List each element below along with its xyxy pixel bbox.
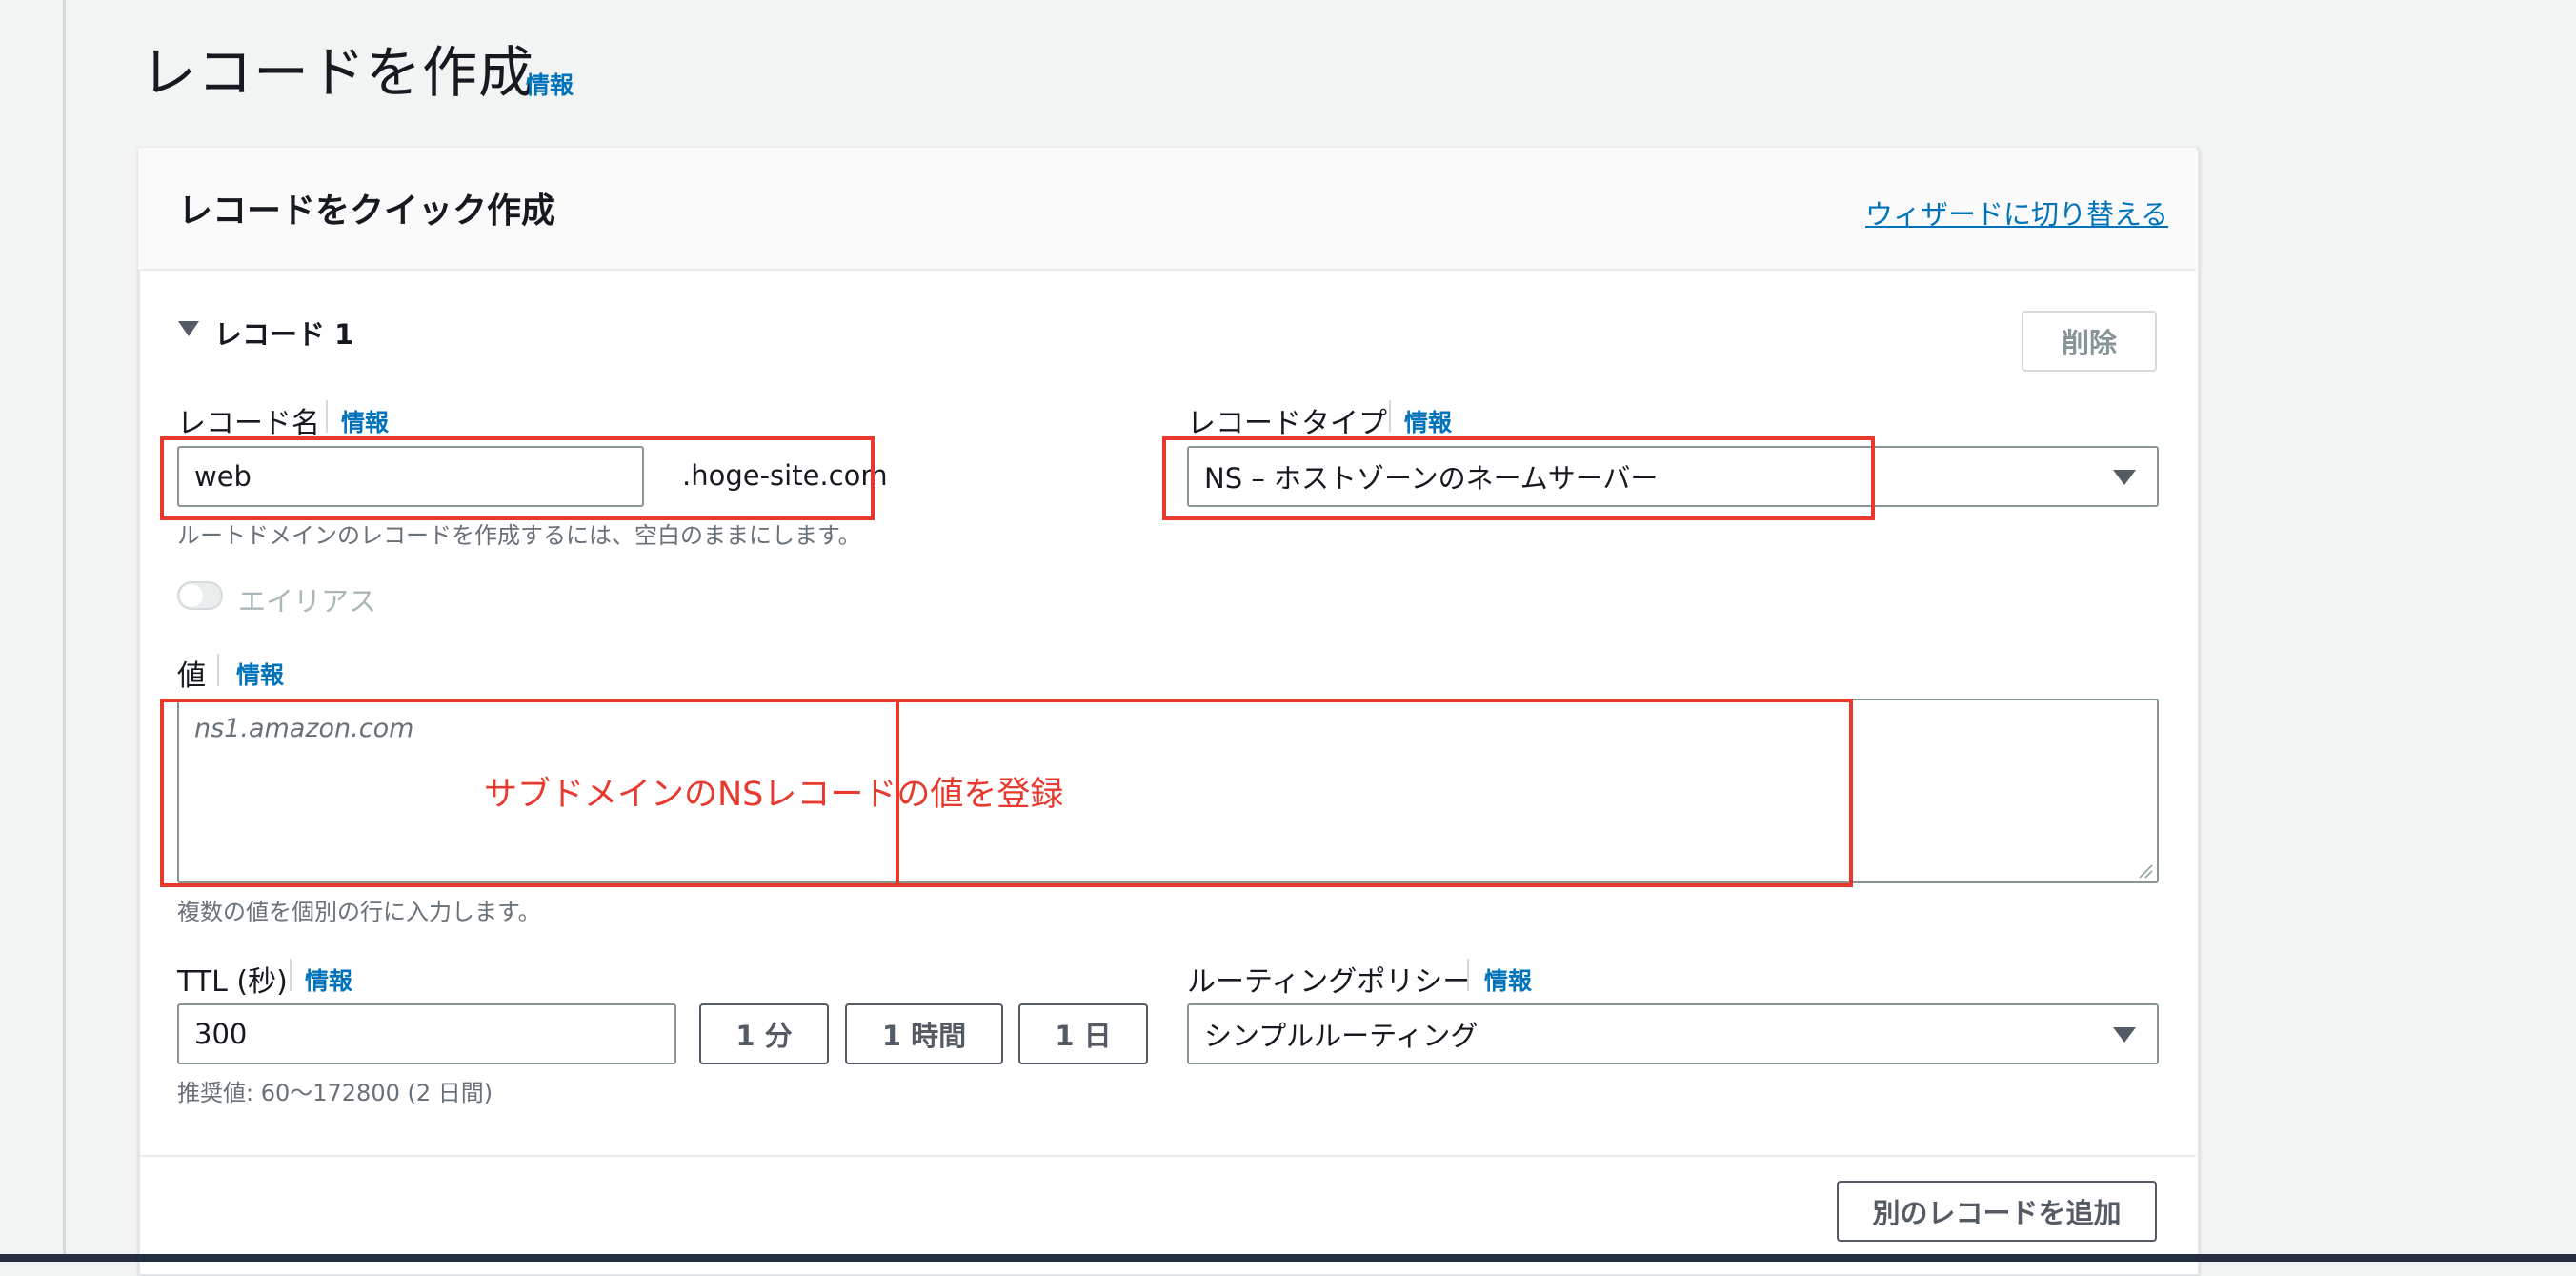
add-another-record-button[interactable]: 別のレコードを追加 <box>1837 1181 2157 1242</box>
ttl-hint: 推奨値: 60〜172800 (2 日間) <box>177 1080 493 1106</box>
page-title-info-link[interactable]: 情報 <box>526 67 574 101</box>
switch-to-wizard-link[interactable]: ウィザードに切り替える <box>1865 192 2168 233</box>
record-type-info-link[interactable]: 情報 <box>1404 404 1452 438</box>
record-name-hint: ルートドメインのレコードを作成するには、空白のままにします。 <box>177 522 861 549</box>
annotation-box-record-type <box>1162 436 1875 520</box>
dropdown-arrow-icon[interactable] <box>2113 470 2136 485</box>
ttl-input[interactable]: 300 <box>177 1003 676 1064</box>
value-label: 値 <box>177 659 206 693</box>
panel-title: レコードをクイック作成 <box>178 192 556 231</box>
routing-policy-select[interactable]: シンプルルーティング <box>1187 1003 2159 1064</box>
routing-policy-label: ルーティングポリシー <box>1187 965 1472 999</box>
value-hint: 複数の値を個別の行に入力します。 <box>177 899 541 925</box>
ttl-preset-1min-button[interactable]: 1 分 <box>699 1003 829 1064</box>
routing-policy-value: シンプルルーティング <box>1204 1020 1479 1052</box>
annotation-box-record-name <box>160 436 875 520</box>
caret-down-icon[interactable] <box>178 321 199 336</box>
resize-grip-icon[interactable] <box>2138 863 2153 879</box>
label-separator <box>326 400 328 433</box>
record-type-label: レコードタイプ <box>1187 407 1387 440</box>
label-separator <box>1389 400 1391 433</box>
label-separator <box>1467 959 1469 991</box>
annotation-text: サブドメインのNSレコードの値を登録 <box>484 776 1064 814</box>
dropdown-arrow-icon[interactable] <box>2113 1027 2136 1043</box>
side-navigation-rail <box>0 0 66 1262</box>
bottom-bar <box>0 1254 2576 1262</box>
label-separator <box>217 654 219 686</box>
routing-policy-info-link[interactable]: 情報 <box>1484 962 1532 997</box>
page-title: レコードを作成 <box>141 40 535 105</box>
record-section-title[interactable]: レコード 1 <box>214 313 353 353</box>
ttl-preset-1hour-button[interactable]: 1 時間 <box>845 1003 1003 1064</box>
record-name-label: レコード名 <box>177 407 320 440</box>
ttl-info-link[interactable]: 情報 <box>305 962 352 997</box>
alias-toggle-knob <box>180 584 203 607</box>
value-info-link[interactable]: 情報 <box>236 657 284 691</box>
ttl-preset-1day-button[interactable]: 1 日 <box>1018 1003 1148 1064</box>
delete-button[interactable]: 削除 <box>2022 311 2157 372</box>
label-separator <box>290 959 292 991</box>
alias-label: エイリアス <box>238 585 377 618</box>
ttl-label: TTL (秒) <box>177 965 288 999</box>
footer-divider <box>140 1155 2196 1157</box>
record-name-info-link[interactable]: 情報 <box>341 404 389 438</box>
